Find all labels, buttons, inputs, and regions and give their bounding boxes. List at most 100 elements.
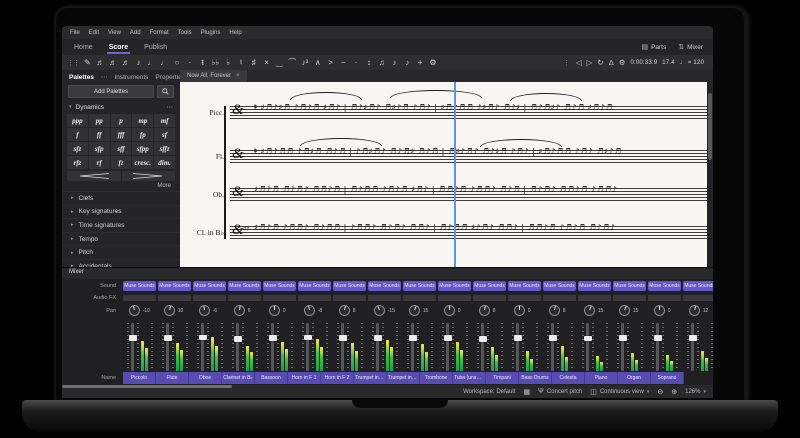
muse-sounds-button[interactable]: Muse Sounds: [508, 280, 541, 292]
add-palettes-button[interactable]: Add Palettes: [68, 85, 154, 98]
fader-handle[interactable]: [443, 335, 452, 341]
palette-item-pitch[interactable]: ▸ Pitch: [62, 246, 180, 260]
pan-knob[interactable]: [164, 305, 176, 316]
volume-fader[interactable]: [443, 322, 452, 371]
fader-handle[interactable]: [408, 335, 417, 341]
menu-item-edit[interactable]: Edit: [89, 30, 99, 36]
natural-icon[interactable]: ♮: [235, 55, 248, 70]
pan-knob[interactable]: [654, 305, 666, 316]
note-16th-icon[interactable]: ♬: [119, 55, 132, 70]
pan-knob[interactable]: [689, 305, 701, 316]
score-vertical-scrollbar[interactable]: [707, 82, 713, 267]
dynamic-mf[interactable]: mf: [154, 114, 175, 127]
muse-sounds-button[interactable]: Muse Sounds: [403, 280, 436, 292]
pan-knob[interactable]: [514, 305, 526, 316]
volume-fader[interactable]: [268, 322, 277, 371]
dynamic-sf[interactable]: sf: [154, 128, 175, 141]
zoom-out-icon[interactable]: ⊖: [657, 388, 663, 396]
menu-item-view[interactable]: View: [108, 30, 121, 36]
menu-item-format[interactable]: Format: [150, 30, 169, 36]
fader-handle[interactable]: [688, 335, 697, 341]
audiofx-slot[interactable]: [263, 295, 296, 301]
muse-sounds-button[interactable]: Muse Sounds: [158, 280, 191, 292]
flat-icon[interactable]: ♭: [222, 55, 235, 70]
note-64th-icon[interactable]: ♬: [94, 55, 107, 70]
audiofx-slot[interactable]: [228, 295, 261, 301]
fader-handle[interactable]: [618, 335, 627, 341]
pan-knob[interactable]: [409, 305, 421, 316]
pan-knob[interactable]: [444, 305, 456, 316]
dynamic-ppp[interactable]: ppp: [67, 114, 88, 127]
volume-fader[interactable]: [373, 322, 382, 371]
volume-fader[interactable]: [548, 322, 557, 371]
volume-fader[interactable]: [163, 322, 172, 371]
muse-sounds-button[interactable]: Muse Sounds: [263, 280, 296, 292]
menu-item-tools[interactable]: Tools: [178, 30, 192, 36]
fader-handle[interactable]: [583, 335, 592, 342]
dynamic-fz[interactable]: fz: [110, 156, 132, 169]
dynamic-f[interactable]: f: [67, 128, 88, 141]
palette-item-time-signatures[interactable]: ▸ Time signatures: [62, 219, 180, 233]
tie-icon[interactable]: ‿: [273, 55, 286, 70]
metronome-icon[interactable]: Δ: [609, 58, 614, 67]
dynamic-sfz[interactable]: sfz: [67, 142, 88, 155]
palette-item-tempo[interactable]: ▸ Tempo: [62, 233, 180, 247]
parts-button[interactable]: ▤ Parts: [641, 43, 666, 52]
fader-handle[interactable]: [478, 336, 487, 342]
volume-fader[interactable]: [128, 322, 137, 371]
dynamic-fff[interactable]: fff: [110, 128, 132, 141]
rest-icon[interactable]: ŧ: [196, 55, 209, 70]
audiofx-slot[interactable]: [158, 295, 191, 301]
audiofx-slot[interactable]: [473, 295, 506, 301]
muse-sounds-button[interactable]: Muse Sounds: [613, 280, 646, 292]
pan-knob[interactable]: [269, 305, 281, 316]
grace-note-slash-icon[interactable]: ♪: [401, 55, 414, 70]
fader-handle[interactable]: [513, 335, 522, 341]
audiofx-slot[interactable]: [298, 295, 331, 301]
dynamic-sfpp[interactable]: sfpp: [132, 142, 154, 155]
volume-fader[interactable]: [303, 322, 312, 371]
tab-score[interactable]: Score: [107, 40, 130, 54]
crescendo-hairpin[interactable]: [67, 171, 121, 181]
menu-item-help[interactable]: Help: [229, 30, 241, 36]
loop-icon[interactable]: ↻: [597, 58, 603, 67]
dynamics-section-header[interactable]: ▾ Dynamics ⋯: [62, 101, 180, 113]
muse-sounds-button[interactable]: Muse Sounds: [473, 280, 506, 292]
mixer-button[interactable]: ⇅ Mixer: [678, 43, 703, 52]
accent-icon[interactable]: >: [324, 55, 337, 70]
workspace-button[interactable]: Workspace: Default: [463, 389, 515, 395]
dynamic-sffz[interactable]: sffz: [154, 142, 175, 155]
rewind-icon[interactable]: ◁: [576, 58, 582, 67]
dynamic-ff[interactable]: ff: [88, 128, 110, 141]
note-quarter-icon[interactable]: ♩: [145, 55, 158, 70]
dynamics-menu-icon[interactable]: ⋯: [167, 103, 174, 111]
staccato-icon[interactable]: ·: [350, 55, 363, 70]
muse-sounds-button[interactable]: Muse Sounds: [368, 280, 401, 292]
volume-fader[interactable]: [618, 322, 627, 371]
playback-settings-icon[interactable]: ⚙: [619, 58, 626, 67]
volume-fader[interactable]: [338, 322, 347, 371]
menu-item-plugins[interactable]: Plugins: [201, 30, 221, 36]
decrescendo-hairpin[interactable]: [121, 171, 175, 181]
pan-knob[interactable]: [479, 305, 491, 316]
muse-sounds-button[interactable]: Muse Sounds: [438, 280, 471, 292]
tenuto-icon[interactable]: −: [337, 55, 350, 70]
playback-tempo[interactable]: ♩ = 120: [680, 60, 704, 66]
fader-handle[interactable]: [303, 334, 312, 341]
muse-sounds-button[interactable]: Muse Sounds: [648, 280, 681, 292]
tab-publish[interactable]: Publish: [142, 40, 169, 54]
volume-fader[interactable]: [688, 322, 697, 371]
marcato-icon[interactable]: ∧: [311, 55, 324, 70]
note-32nd-icon[interactable]: ♬: [107, 55, 120, 70]
muse-sounds-button[interactable]: Muse Sounds: [298, 280, 331, 292]
palette-item-key-signatures[interactable]: ▸ Key signatures: [62, 206, 180, 220]
dynamic-rf[interactable]: rf: [88, 156, 110, 169]
fader-handle[interactable]: [233, 336, 242, 342]
dynamic-p[interactable]: p: [110, 114, 132, 127]
double-sharp-icon[interactable]: ×: [260, 55, 273, 70]
close-icon[interactable]: ×: [236, 73, 240, 79]
fader-handle[interactable]: [128, 335, 137, 341]
double-flat-icon[interactable]: ♭♭: [209, 55, 222, 70]
pan-knob[interactable]: [619, 305, 631, 316]
muse-sounds-button[interactable]: Muse Sounds: [123, 280, 156, 292]
